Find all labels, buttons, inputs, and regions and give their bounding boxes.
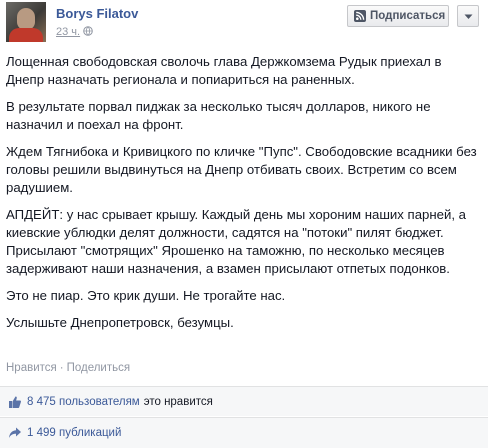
post-paragraph: В результате порвал пиджак за несколько … bbox=[6, 99, 431, 132]
globe-icon[interactable] bbox=[83, 26, 93, 36]
post-paragraph: АПДЕЙТ: у нас срывает крышу. Каждый день… bbox=[6, 207, 467, 276]
post-actions: Нравится · Поделиться bbox=[6, 362, 130, 374]
likes-suffix: это нравится bbox=[143, 395, 213, 408]
thumbs-up-icon bbox=[8, 395, 22, 409]
subscribe-button[interactable]: Подписаться bbox=[347, 5, 449, 27]
shares-summary: 1 499 публикаций bbox=[0, 417, 488, 448]
subscribe-label: Подписаться bbox=[370, 10, 446, 22]
likes-summary: 8 475 пользователям это нравится bbox=[0, 386, 488, 416]
shares-count-link[interactable]: 1 499 публикаций bbox=[27, 427, 121, 439]
share-link[interactable]: Поделиться bbox=[67, 362, 131, 374]
post-paragraph: Ждем Тягнибока и Кривицкого по кличке "П… bbox=[6, 144, 477, 195]
action-separator: · bbox=[59, 362, 64, 374]
rss-icon bbox=[354, 10, 366, 22]
avatar-shirt bbox=[9, 28, 43, 42]
avatar[interactable] bbox=[6, 2, 46, 42]
avatar-head bbox=[17, 8, 35, 30]
post-menu-button[interactable] bbox=[457, 5, 479, 27]
post-paragraph: Это не пиар. Это крик души. Не трогайте … bbox=[6, 288, 286, 303]
post-meta: 23 ч. bbox=[56, 26, 93, 38]
like-link[interactable]: Нравится bbox=[6, 362, 57, 374]
author-name[interactable]: Borys Filatov bbox=[56, 6, 138, 21]
post-paragraph: Лощенная свободовская сволочь глава Держ… bbox=[6, 54, 442, 87]
chevron-down-icon bbox=[464, 9, 473, 23]
post-paragraph: Услышьте Днепропетровск, безумцы. bbox=[6, 315, 234, 330]
likes-count-link[interactable]: 8 475 пользователям bbox=[27, 396, 140, 408]
post-timestamp[interactable]: 23 ч. bbox=[56, 26, 80, 38]
share-icon bbox=[8, 426, 22, 440]
post-body: Лощенная свободовская сволочь глава Держ… bbox=[6, 53, 482, 341]
facebook-post: Borys Filatov 23 ч. Подписаться Лощенная… bbox=[0, 0, 488, 448]
